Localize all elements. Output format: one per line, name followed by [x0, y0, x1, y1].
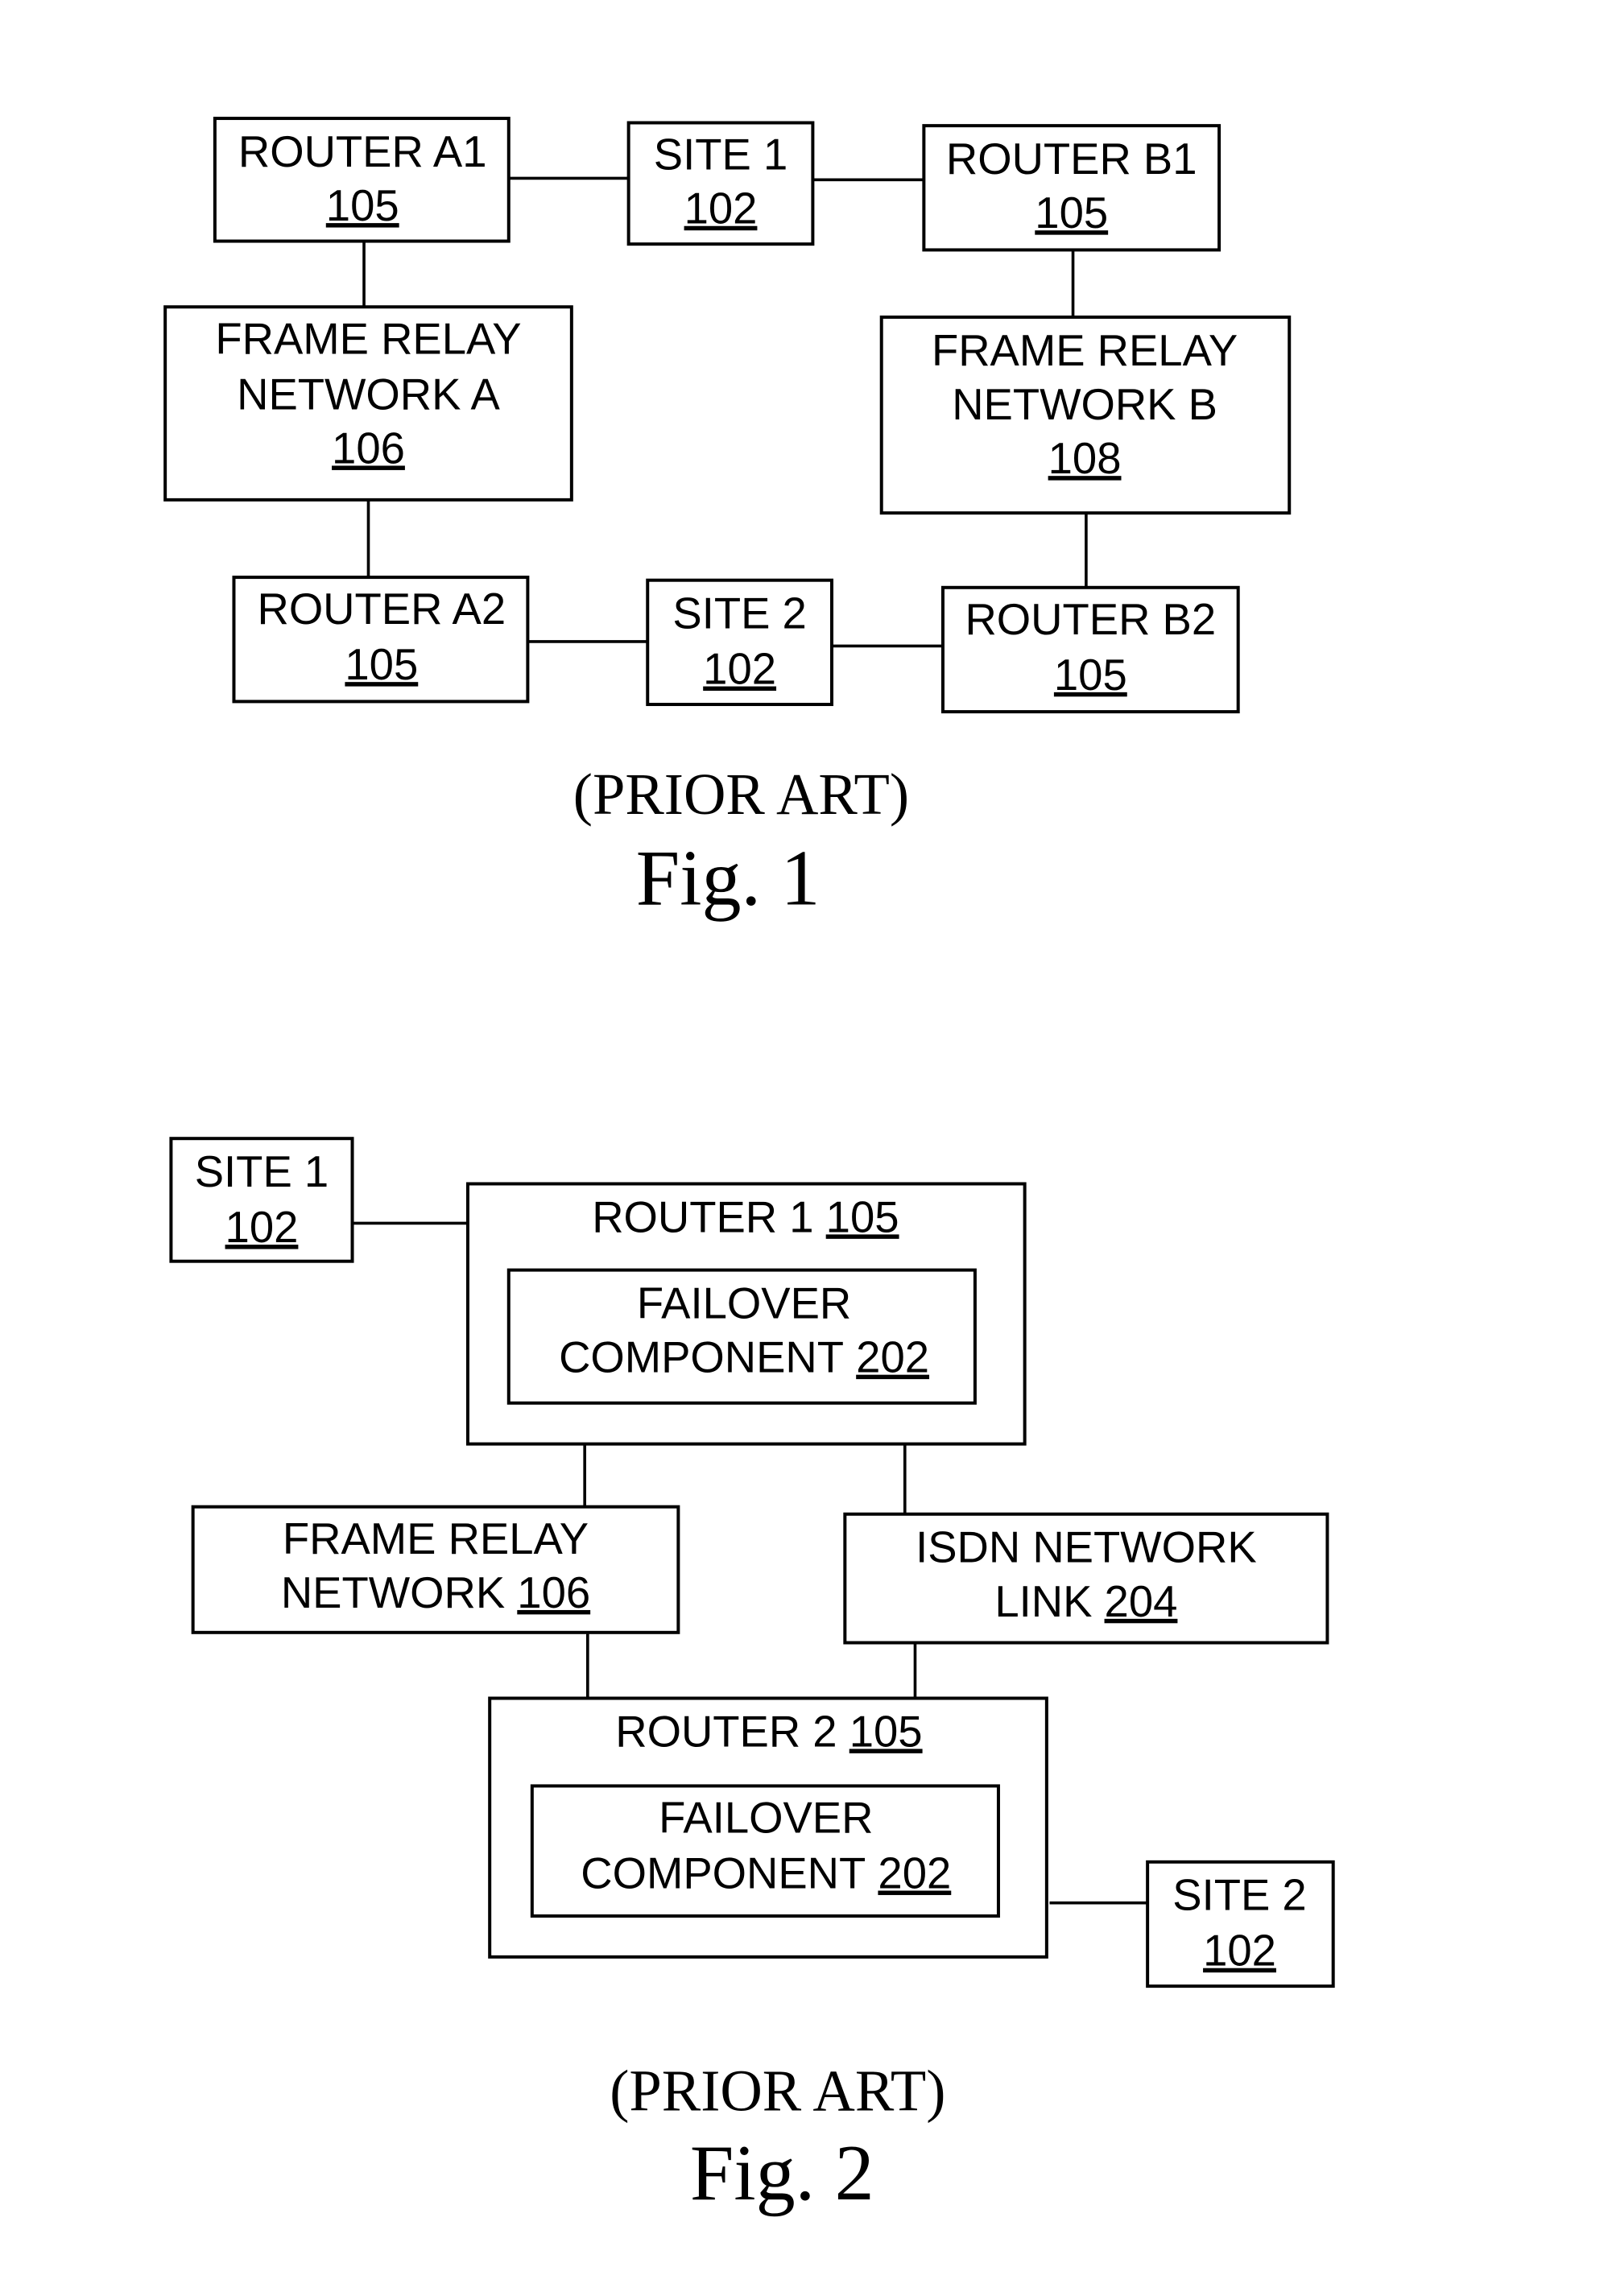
failover1-label-line2: COMPONENT 202 [559, 1333, 929, 1382]
fig2-site2-label: SITE 2 [1172, 1871, 1306, 1920]
frame-relay-b-ref: 108 [1048, 434, 1122, 483]
site2-ref: 102 [703, 645, 776, 694]
fig1-prior-art-note: (PRIOR ART) [573, 762, 909, 827]
fig2-caption: Fig. 2 [690, 2130, 874, 2217]
router-a2-ref: 105 [345, 640, 418, 689]
router-b2-ref: 105 [1054, 650, 1127, 700]
frame-relay-b-label-line2: NETWORK B [952, 380, 1217, 429]
router1-label: ROUTER 1 105 [592, 1192, 899, 1241]
isdn-link-node: ISDN NETWORK LINK 204 [843, 1512, 1329, 1645]
failover1-label-text: COMPONENT [559, 1333, 844, 1382]
router1-node: ROUTER 1 105 FAILOVER COMPONENT 202 [465, 1182, 1027, 1446]
router-a2-node: ROUTER A2 105 [232, 576, 530, 704]
router-b1-node: ROUTER B1 105 [922, 124, 1222, 252]
router2-ref: 105 [849, 1707, 923, 1756]
router1-ref: 105 [826, 1192, 899, 1241]
router-a2-label: ROUTER A2 [258, 584, 506, 634]
site1-label: SITE 1 [654, 130, 787, 180]
failover1-label-line1: FAILOVER [637, 1278, 851, 1328]
fig2-prior-art-note: (PRIOR ART) [610, 2058, 945, 2123]
figure-2: SITE 1 102 ROUTER 1 105 FAILOVER COMPONE… [169, 1137, 1335, 2217]
frame-relay-a-label-line2: NETWORK A [237, 370, 500, 419]
router-a1-node: ROUTER A1 105 [213, 117, 511, 243]
fig2-frame-relay-label-text: NETWORK [281, 1568, 505, 1617]
failover2-ref: 202 [878, 1849, 951, 1898]
fig2-site2-ref: 102 [1203, 1926, 1276, 1976]
frame-relay-a-label-line1: FRAME RELAY [215, 314, 521, 363]
failover2-label-text: COMPONENT [581, 1849, 866, 1898]
site2-label: SITE 2 [672, 589, 806, 638]
site1-node: SITE 1 102 [626, 121, 815, 246]
isdn-label-text: LINK [994, 1577, 1092, 1626]
failover1-ref: 202 [856, 1333, 929, 1382]
router-b2-node: ROUTER B2 105 [940, 585, 1240, 714]
fig2-site1-node: SITE 1 102 [169, 1137, 354, 1263]
isdn-label-line2: LINK 204 [994, 1577, 1177, 1626]
site1-ref: 102 [684, 184, 758, 233]
router2-label: ROUTER 2 105 [615, 1707, 922, 1756]
fig2-frame-relay-node: FRAME RELAY NETWORK 106 [191, 1505, 680, 1634]
patent-drawing-sheet: ROUTER A1 105 SITE 1 102 ROUTER B1 105 F… [163, 117, 1335, 2217]
isdn-ref: 204 [1105, 1577, 1178, 1626]
fig2-frame-relay-label-line1: FRAME RELAY [283, 1514, 589, 1563]
fig1-caption: Fig. 1 [636, 836, 821, 923]
fig2-frame-relay-label-line2: NETWORK 106 [281, 1568, 590, 1617]
frame-relay-b-label-line1: FRAME RELAY [932, 326, 1238, 375]
fig2-site1-ref: 102 [225, 1203, 299, 1252]
figure-1: ROUTER A1 105 SITE 1 102 ROUTER B1 105 F… [163, 117, 1292, 923]
failover2-label-line1: FAILOVER [659, 1794, 873, 1843]
fig2-site2-node: SITE 2 102 [1146, 1860, 1335, 1988]
router2-title: ROUTER 2 [615, 1707, 837, 1756]
failover-component-1-node: FAILOVER COMPONENT 202 [506, 1268, 977, 1405]
frame-relay-a-ref: 106 [332, 423, 405, 473]
router-a1-label: ROUTER A1 [238, 127, 487, 176]
router-b2-label: ROUTER B2 [965, 595, 1216, 644]
isdn-label-line1: ISDN NETWORK [916, 1523, 1257, 1572]
fig2-site1-label: SITE 1 [195, 1147, 329, 1196]
router-b1-label: ROUTER B1 [946, 134, 1197, 184]
router-a1-ref: 105 [326, 181, 399, 230]
router1-title: ROUTER 1 [592, 1192, 813, 1241]
frame-relay-network-b-node: FRAME RELAY NETWORK B 108 [879, 315, 1292, 515]
fig2-frame-relay-ref: 106 [517, 1568, 590, 1617]
failover2-label-line2: COMPONENT 202 [581, 1849, 951, 1898]
failover-component-2-node: FAILOVER COMPONENT 202 [530, 1784, 1000, 1918]
site2-node: SITE 2 102 [646, 578, 833, 707]
frame-relay-network-a-node: FRAME RELAY NETWORK A 106 [163, 305, 573, 502]
router2-node: ROUTER 2 105 FAILOVER COMPONENT 202 [488, 1696, 1048, 1959]
router-b1-ref: 105 [1035, 188, 1108, 237]
